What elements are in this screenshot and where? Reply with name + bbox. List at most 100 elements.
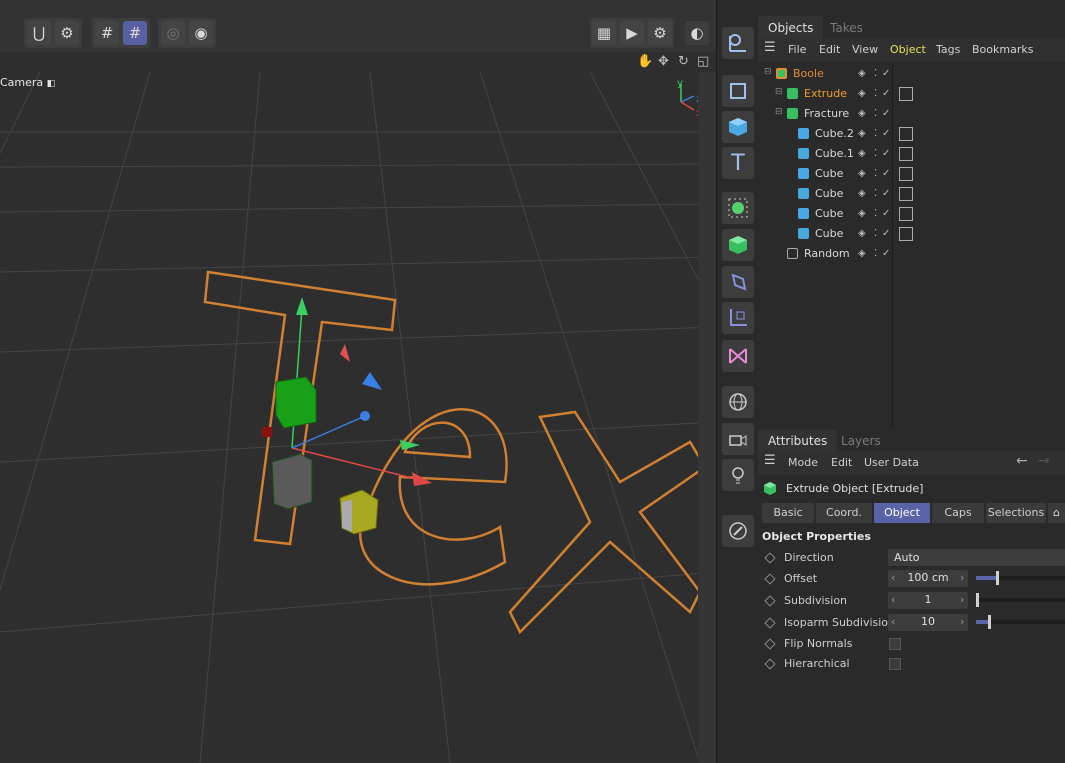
enable-check-icon[interactable]: ✓ [882,148,890,159]
object-row[interactable]: Cube ◈ ⁚ ✓ [758,204,1065,224]
tag-icon[interactable] [899,227,913,241]
direction-dropdown[interactable]: Auto [888,549,1065,566]
enable-check-icon[interactable]: ✓ [882,168,890,179]
increment-arrow-icon[interactable]: › [960,593,964,606]
object-name[interactable]: Extrude [804,87,847,100]
decrement-arrow-icon[interactable]: ‹ [891,615,895,628]
visibility-dots-icon[interactable]: ⁚ [874,248,877,259]
layer-icon[interactable]: ◈ [858,68,866,79]
camera-menu[interactable]: Camera ◧ [0,76,55,89]
render-settings-icon[interactable]: ⚙ [648,21,672,45]
object-column-divider[interactable] [892,64,893,428]
object-name[interactable]: Fracture [804,107,849,120]
keyframe-diamond-icon[interactable] [764,638,776,650]
slider-knob[interactable] [987,615,991,629]
keyframe-diamond-icon[interactable] [764,595,776,607]
render-view-icon[interactable]: ▦ [592,21,616,45]
visibility-dots-icon[interactable]: ⁚ [874,168,877,179]
pan-hand-icon[interactable]: ✋ [637,54,653,69]
light-bulb-icon[interactable] [722,459,754,491]
visibility-dots-icon[interactable]: ⁚ [874,208,877,219]
keyframe-diamond-icon[interactable] [764,617,776,629]
visibility-dots-icon[interactable]: ⁚ [874,68,877,79]
object-row[interactable]: ⊟ Boole ◈ ⁚ ✓ [758,64,1065,84]
object-row[interactable]: Cube ◈ ⁚ ✓ [758,164,1065,184]
subtab-selections[interactable]: Selections [986,503,1046,523]
fracture-generator-icon[interactable] [722,192,754,224]
extrude-generator-icon[interactable] [722,229,754,261]
layer-icon[interactable]: ◈ [858,108,866,119]
layer-icon[interactable]: ◈ [858,208,866,219]
tab-takes[interactable]: Takes [820,16,873,40]
visibility-dots-icon[interactable]: ⁚ [874,108,877,119]
subtab-object[interactable]: Object [874,503,930,523]
scene-object-icon[interactable] [722,340,754,372]
subtab-caps[interactable]: Caps [932,503,984,523]
menu-edit[interactable]: Edit [819,43,840,56]
enable-check-icon[interactable]: ✓ [882,248,890,259]
object-name[interactable]: Cube [815,187,843,200]
menu-file[interactable]: File [788,43,806,56]
target-settings-icon[interactable]: ◉ [189,21,213,45]
slider-knob[interactable] [995,571,999,585]
menu-view[interactable]: View [852,43,878,56]
enable-check-icon[interactable]: ✓ [882,228,890,239]
object-row[interactable]: Cube ◈ ⁚ ✓ [758,224,1065,244]
visibility-dots-icon[interactable]: ⁚ [874,228,877,239]
expand-toggle-icon[interactable]: ⊟ [775,87,783,97]
expand-toggle-icon[interactable]: ⊟ [775,107,783,117]
checkbox[interactable] [889,658,901,670]
tag-icon[interactable] [899,207,913,221]
tab-attributes[interactable]: Attributes [758,430,838,452]
object-row[interactable]: Cube ◈ ⁚ ✓ [758,184,1065,204]
layer-icon[interactable]: ◈ [858,148,866,159]
menu-user-data[interactable]: User Data [864,456,919,469]
increment-arrow-icon[interactable]: › [960,615,964,628]
keyframe-diamond-icon[interactable] [764,658,776,670]
layer-icon[interactable]: ◈ [858,248,866,259]
tag-icon[interactable] [899,167,913,181]
decrement-arrow-icon[interactable]: ‹ [891,571,895,584]
object-row[interactable]: Cube.2 ◈ ⁚ ✓ [758,124,1065,144]
expand-toggle-icon[interactable]: ⊟ [764,67,772,77]
subtab-coord[interactable]: Coord. [816,503,872,523]
value-slider[interactable] [976,571,1065,585]
object-row[interactable]: ⊟ Fracture ◈ ⁚ ✓ [758,104,1065,124]
edit-pen-icon[interactable] [722,515,754,547]
hamburger-menu-icon[interactable]: ☰ [764,40,776,55]
enable-check-icon[interactable]: ✓ [882,88,890,99]
tag-icon[interactable] [899,147,913,161]
object-name[interactable]: Cube.2 [815,127,854,140]
layer-icon[interactable]: ◈ [858,88,866,99]
enable-check-icon[interactable]: ✓ [882,208,890,219]
enable-check-icon[interactable]: ✓ [882,188,890,199]
layer-icon[interactable]: ◈ [858,188,866,199]
viewport-scrollbar[interactable] [698,72,716,763]
keyframe-diamond-icon[interactable] [764,573,776,585]
number-field[interactable]: ‹ 10 › [888,614,968,631]
object-name[interactable]: Random [804,247,850,260]
cube-primitive-icon[interactable] [722,111,754,143]
tag-icon[interactable] [899,87,913,101]
magnet-snap-icon[interactable]: ⋃ [27,21,51,45]
maximize-view-icon[interactable]: ◱ [697,54,709,69]
number-field[interactable]: ‹ 1 › [888,592,968,609]
checkbox[interactable] [889,638,901,650]
layer-icon[interactable]: ◈ [858,128,866,139]
object-row[interactable]: Cube.1 ◈ ⁚ ✓ [758,144,1065,164]
visibility-dots-icon[interactable]: ⁚ [874,188,877,199]
tag-icon[interactable] [899,127,913,141]
back-arrow-icon[interactable]: ← [1016,453,1028,469]
enable-check-icon[interactable]: ✓ [882,68,890,79]
null-object-icon[interactable] [722,27,754,59]
tag-icon[interactable] [899,187,913,201]
layer-icon[interactable]: ◈ [858,168,866,179]
environment-globe-icon[interactable] [722,386,754,418]
subtab-basic[interactable]: Basic [762,503,814,523]
visibility-dots-icon[interactable]: ⁚ [874,148,877,159]
visibility-dots-icon[interactable]: ⁚ [874,88,877,99]
deformer-icon[interactable] [722,266,754,298]
object-name[interactable]: Boole [793,67,824,80]
tab-layers[interactable]: Layers [831,430,891,452]
subtab-more-icon[interactable]: ⌂ [1048,503,1065,523]
